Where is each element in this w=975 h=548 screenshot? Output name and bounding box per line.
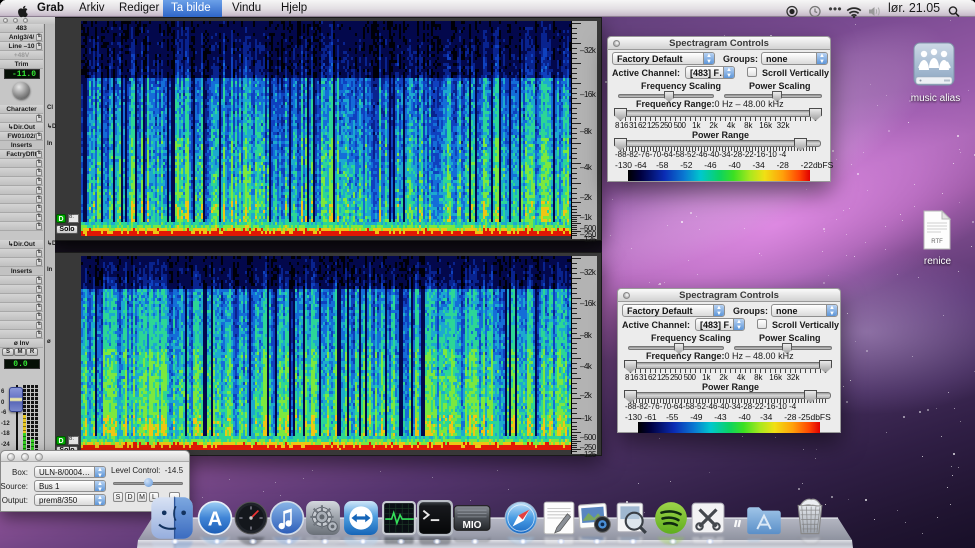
svg-text:RTF: RTF: [931, 239, 943, 245]
